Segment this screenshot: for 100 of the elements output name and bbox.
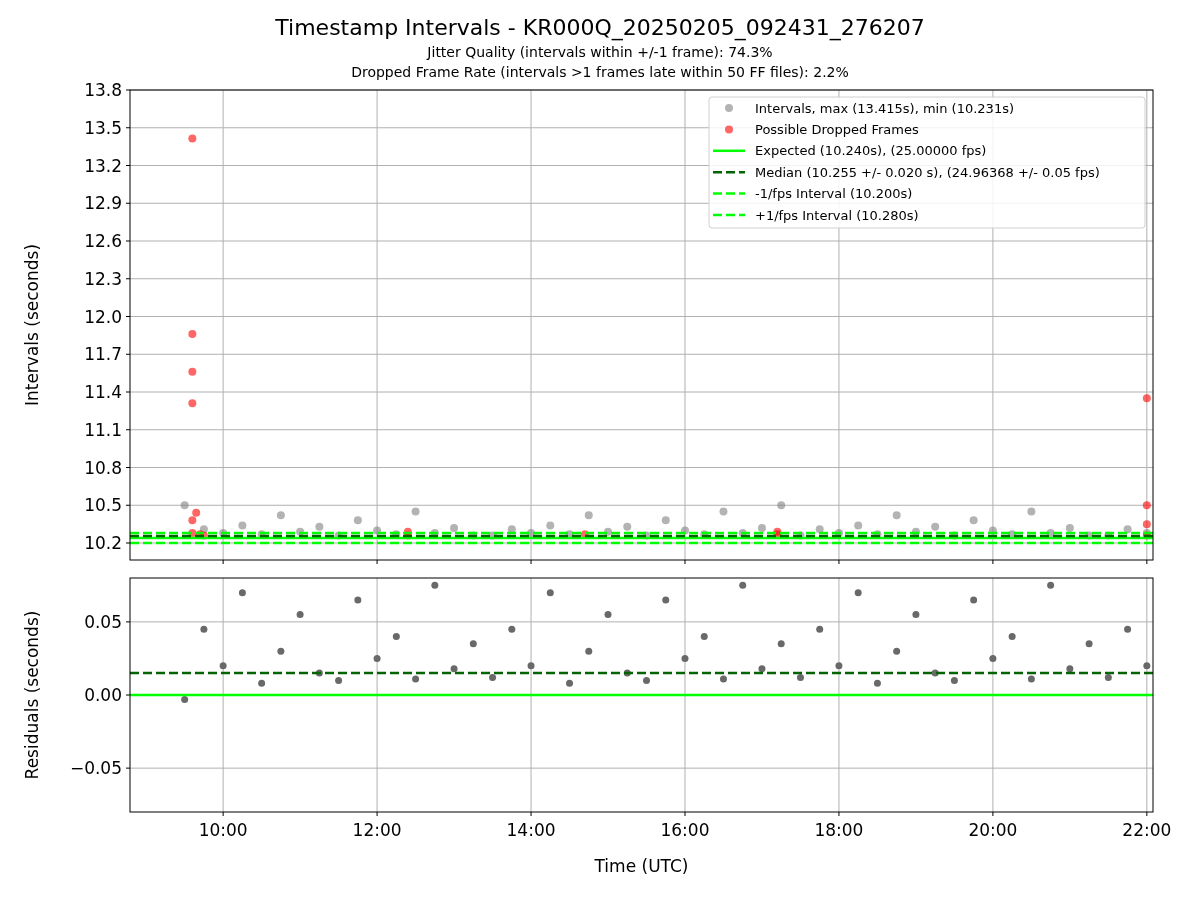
data-point [1065, 523, 1074, 532]
data-point [1142, 531, 1151, 540]
data-point [258, 679, 266, 687]
tick-label: −0.05 [69, 758, 122, 779]
data-point [854, 521, 863, 530]
data-point [315, 669, 323, 677]
data-point [912, 611, 920, 619]
data-point [1142, 520, 1151, 529]
data-point [188, 330, 197, 339]
data-point [527, 662, 535, 670]
data-point [392, 530, 401, 539]
data-point [315, 522, 324, 531]
data-point [970, 596, 978, 604]
data-point [411, 507, 420, 516]
data-point [546, 521, 555, 530]
data-point [950, 676, 958, 684]
data-point [835, 662, 843, 670]
data-point [257, 530, 266, 539]
data-point [296, 611, 304, 619]
legend-marker-icon [725, 104, 733, 112]
tick-label: 12.3 [84, 268, 122, 289]
data-point [738, 528, 747, 537]
data-point [508, 625, 516, 633]
data-point [739, 581, 747, 589]
data-point [580, 530, 589, 539]
tick-label: 10.2 [84, 533, 122, 553]
data-point [757, 523, 766, 532]
data-point [450, 665, 458, 673]
data-point [238, 521, 247, 530]
data-point [1085, 640, 1093, 648]
data-point [1104, 673, 1112, 681]
figure-subtitle: Jitter Quality (intervals within +/-1 frame): 74.3% [427, 43, 773, 62]
data-point [604, 611, 612, 619]
data-point [719, 507, 728, 516]
data-point [566, 679, 574, 687]
data-point [681, 526, 689, 535]
data-point [392, 633, 400, 640]
tick-label: 11.1 [84, 419, 122, 440]
data-point [1085, 531, 1094, 540]
data-point [219, 662, 227, 670]
tick-label: 0.05 [84, 611, 122, 632]
data-point [188, 134, 197, 143]
data-point [1142, 394, 1151, 403]
data-point [815, 525, 824, 534]
data-point [969, 516, 978, 525]
data-point [873, 530, 882, 539]
data-point [188, 399, 197, 408]
data-point [834, 528, 843, 537]
data-point [1143, 662, 1151, 670]
data-point [1047, 581, 1055, 589]
data-point [1008, 530, 1017, 539]
data-point [188, 367, 197, 376]
legend-label: -1/fps Interval (10.200s) [755, 186, 913, 202]
data-point [777, 501, 786, 510]
data-point [431, 581, 439, 589]
tick-label: 12.0 [84, 306, 122, 327]
data-point [354, 596, 362, 604]
data-point [584, 511, 593, 520]
legend-label: Median (10.255 +/- 0.020 s), (24.96368 +/- 0.05 fps) [755, 164, 1100, 180]
data-point [430, 528, 439, 537]
data-point [796, 531, 805, 540]
data-point [334, 531, 343, 540]
data-point [192, 508, 201, 517]
data-point [488, 531, 497, 540]
data-point [181, 695, 189, 703]
data-point [546, 589, 554, 597]
data-point [1008, 633, 1016, 640]
tick-label: 12.9 [84, 193, 122, 214]
data-point [200, 625, 208, 633]
data-point [373, 654, 381, 662]
tick-label: 13.2 [84, 155, 122, 176]
data-point [469, 640, 477, 648]
data-point [527, 528, 536, 537]
data-point [412, 675, 420, 683]
data-point [1027, 675, 1035, 683]
tick-label: 16:00 [660, 820, 710, 840]
tick-label: 22:00 [1122, 820, 1172, 840]
data-point [188, 528, 197, 537]
data-point [565, 530, 574, 539]
data-point [681, 654, 689, 662]
data-point [1142, 501, 1151, 510]
legend-label: Possible Dropped Frames [755, 121, 919, 137]
tick-label: 13.5 [84, 117, 122, 138]
data-point [489, 673, 497, 681]
legend-marker-icon [725, 125, 733, 134]
data-point [1027, 507, 1036, 516]
data-point [643, 676, 650, 684]
data-point [276, 511, 285, 520]
data-point [623, 522, 632, 531]
data-point [796, 673, 804, 681]
data-point [777, 640, 785, 648]
tick-label: 20:00 [968, 820, 1018, 840]
data-point [892, 511, 901, 520]
data-point [1124, 625, 1132, 633]
data-point [1046, 528, 1055, 537]
data-point [604, 527, 612, 536]
data-point [661, 516, 670, 525]
data-point [507, 525, 516, 534]
tick-label: 11.4 [84, 382, 122, 402]
tick-label: 10.5 [84, 495, 122, 516]
